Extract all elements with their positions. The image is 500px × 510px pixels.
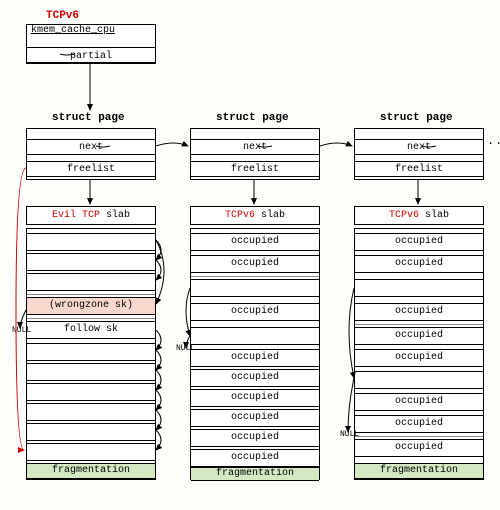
sp2-next: next [191,139,319,155]
tcpv6-slab-2: occupied occupied occupied occupied occu… [190,228,320,480]
s2-r4 [191,327,319,345]
evil-row-2b [27,292,155,295]
s2-r1: occupied [191,255,319,273]
sp3-freelist: freelist [355,161,483,177]
null-s2: NULL [176,344,195,353]
null-evil: NULL [12,326,31,335]
evil-wrongzone: (wrongzone sk) [27,297,155,315]
s2-r1b [191,274,319,277]
evil-row-1 [27,253,155,271]
evil-row-6 [27,363,155,381]
s2-r7: occupied [191,389,319,407]
s3-r3b [355,322,483,325]
tcpv6-slab-3: occupied occupied occupied occupied occu… [354,228,484,480]
evil-frag: fragmentation [27,463,155,479]
s3-r8: occupied [355,415,483,433]
evil-row-9 [27,423,155,441]
tcpv6-2-suffix: slab [255,210,285,221]
evil-row-0 [27,233,155,251]
s3-r2 [355,279,483,297]
sp2-freelist: freelist [191,161,319,177]
evil-row-7 [27,383,155,401]
sp1-next: next [27,139,155,155]
s3-r7: occupied [355,393,483,411]
s2-frag: fragmentation [191,467,319,481]
evil-follow: follow sk [27,321,155,339]
s3-r9: occupied [355,439,483,457]
evil-row-5 [27,343,155,361]
s2-r5: occupied [191,349,319,367]
evil-slab: (wrongzone sk) follow sk fragmentation [26,228,156,480]
s2-r3: occupied [191,303,319,321]
tcpv6-slab-3-label: TCPv6 slab [354,206,484,225]
s3-r8b [355,434,483,437]
struct-page-2-title: struct page [216,112,289,124]
s3-r0: occupied [355,233,483,251]
s3-frag: fragmentation [355,463,483,479]
evil-suffix: slab [100,210,130,221]
sp1-freelist: freelist [27,161,155,177]
s3-r3: occupied [355,303,483,321]
tcpv6-slab-2-label: TCPv6 slab [190,206,320,225]
s2-r0: occupied [191,233,319,251]
null-s3: NULL [340,430,359,439]
evil-slab-label: Evil TCP slab [26,206,156,225]
struct-page-2: next freelist [190,128,320,180]
evil-row-10 [27,443,155,461]
s2-r2 [191,279,319,297]
struct-page-3-title: struct page [380,112,453,124]
kmem-cache-cpu-box: kmem_cache_cpu partial [26,24,156,64]
s3-r6 [355,371,483,389]
tcpv6-3-prefix: TCPv6 [389,210,419,221]
kmem-label: kmem_cache_cpu [31,25,115,36]
tcpv6-3-suffix: slab [419,210,449,221]
sp3-next: next [355,139,483,155]
s3-r1: occupied [355,255,483,273]
struct-page-1: next freelist [26,128,156,180]
s2-r8: occupied [191,409,319,427]
slab-diagram: TCPv6 kmem_cache_cpu partial struct page… [10,10,490,500]
s3-r5: occupied [355,349,483,367]
tcpv6-2-prefix: TCPv6 [225,210,255,221]
struct-page-3: next freelist [354,128,484,180]
evil-row-2 [27,273,155,291]
s2-r9: occupied [191,429,319,447]
partial-cell: partial [27,47,155,63]
evil-row-3b [27,316,155,319]
dots: ...... [487,134,500,148]
struct-page-1-title: struct page [52,112,125,124]
evil-prefix: Evil TCP [52,210,100,221]
tcpv6-title: TCPv6 [46,10,79,22]
evil-row-8 [27,403,155,421]
s2-r10: occupied [191,449,319,467]
s2-r6: occupied [191,369,319,387]
s3-r4: occupied [355,327,483,345]
